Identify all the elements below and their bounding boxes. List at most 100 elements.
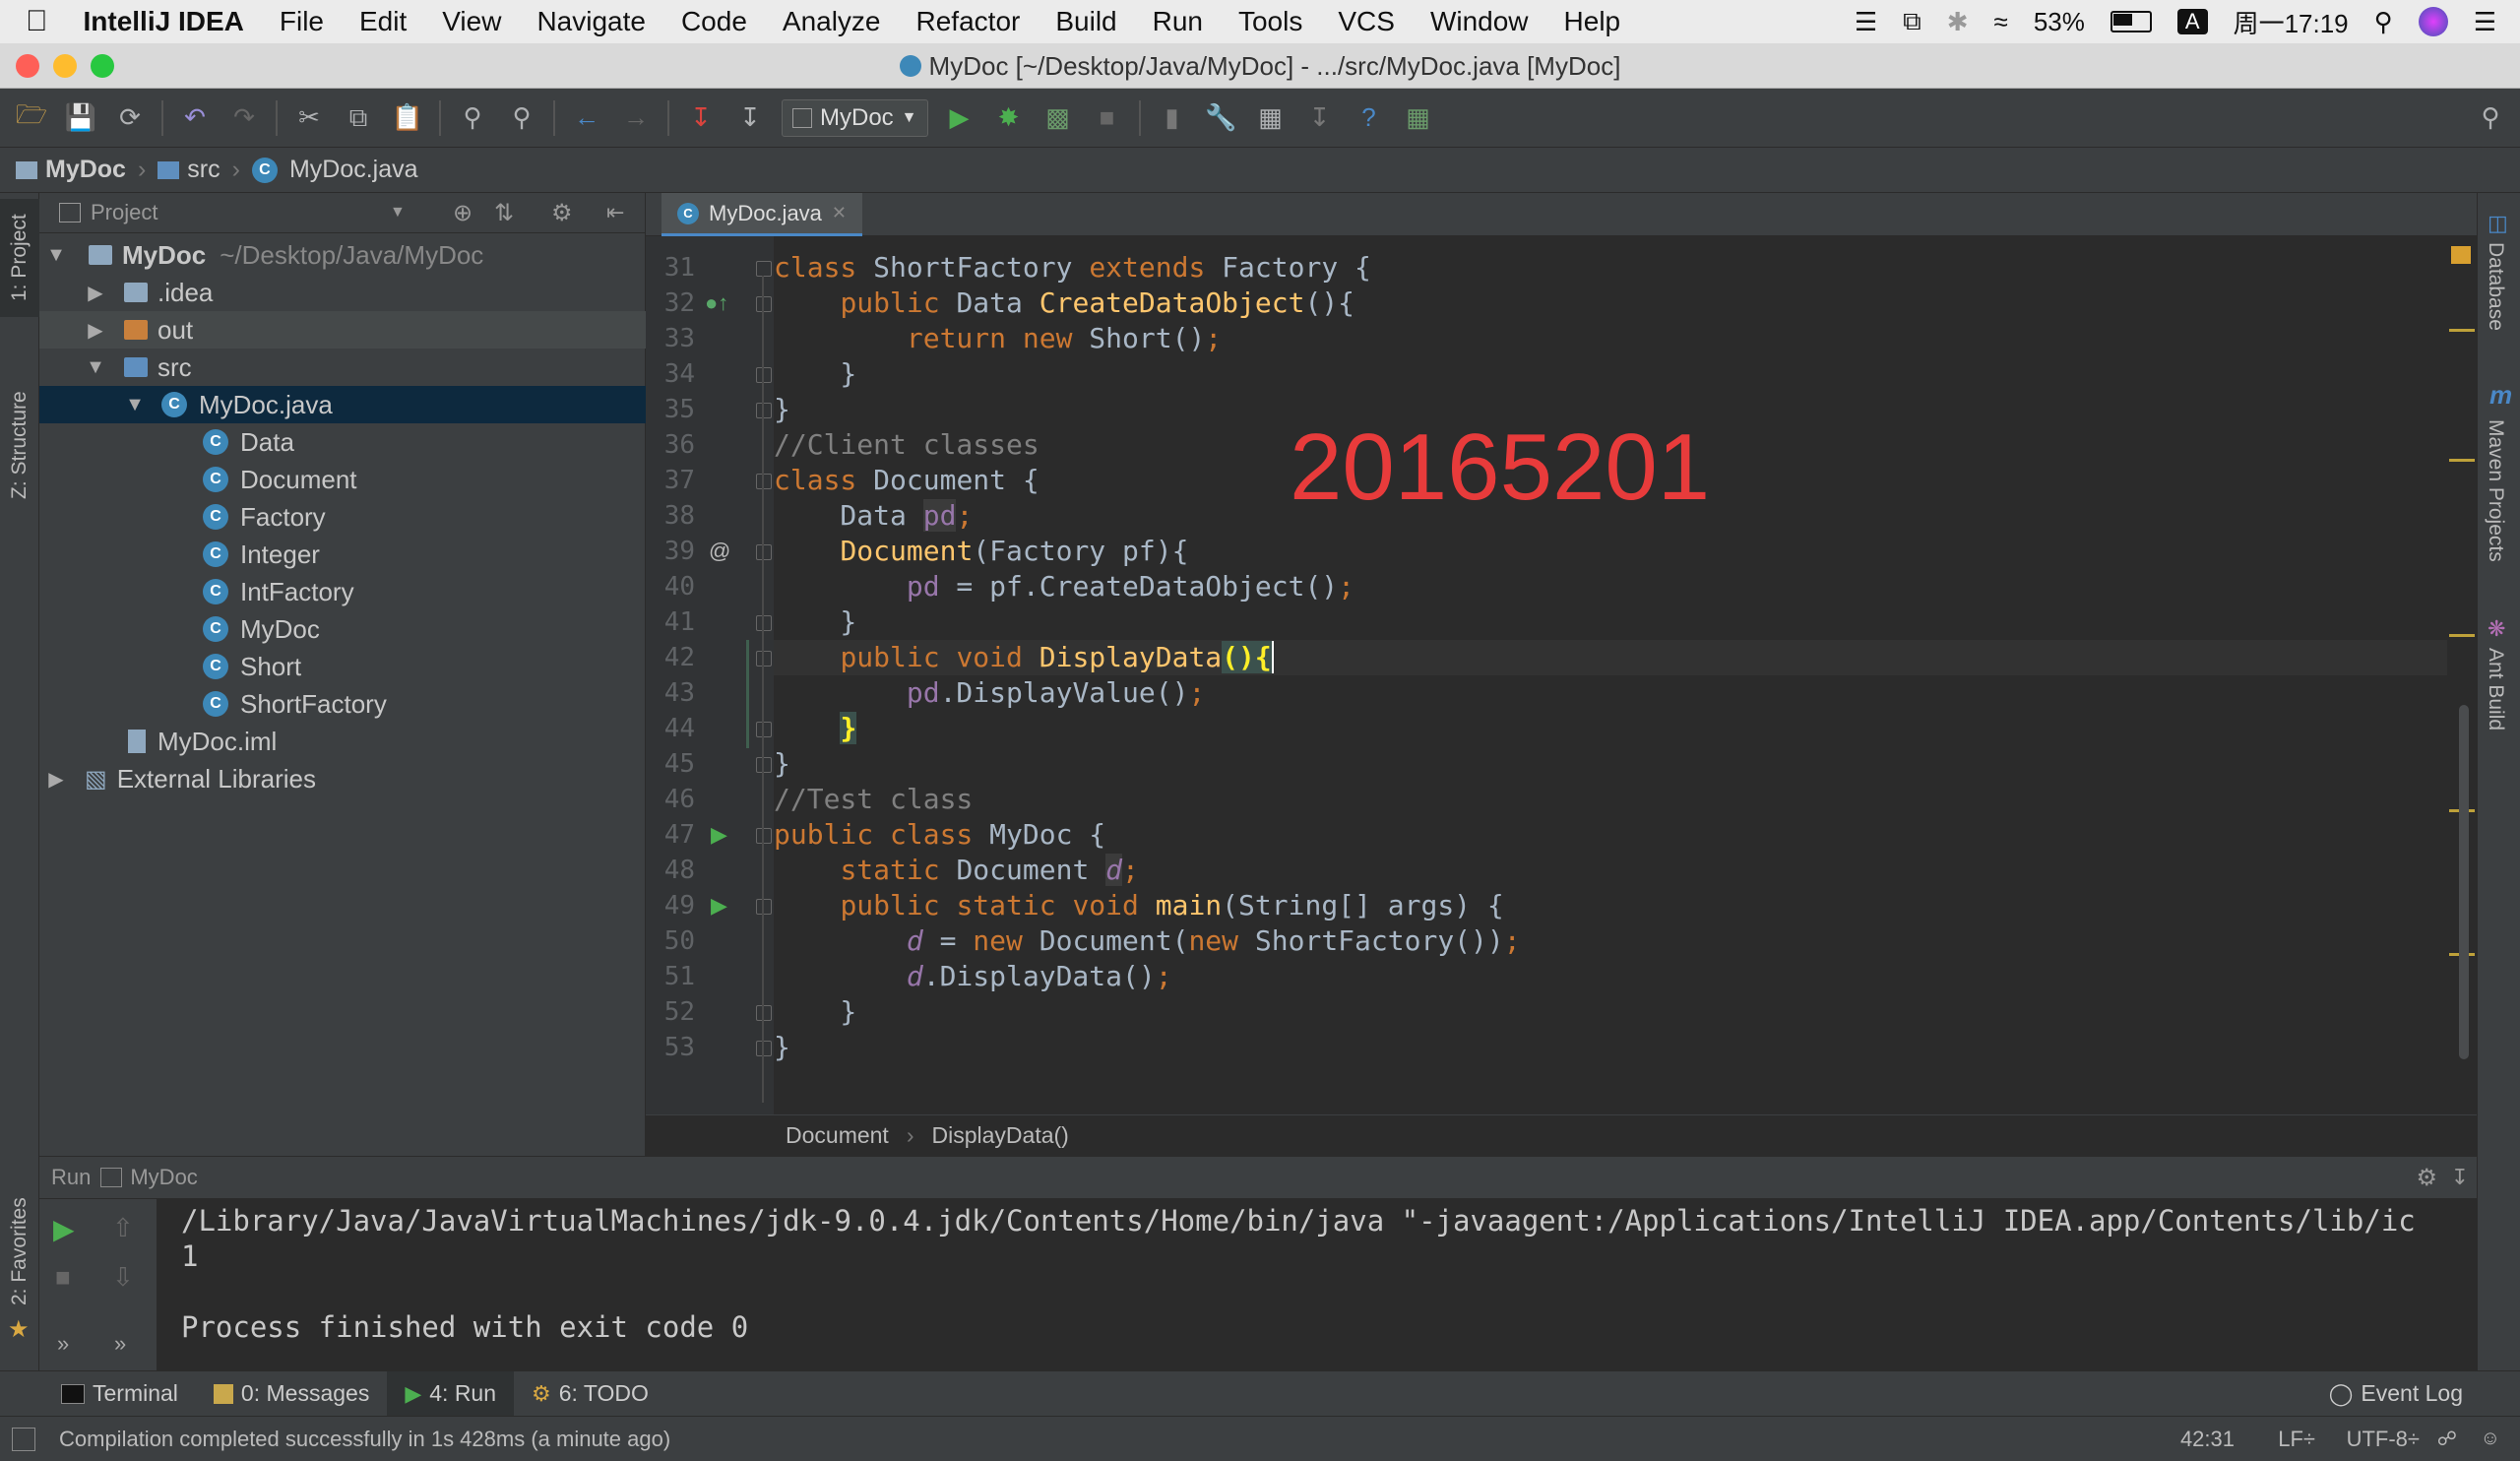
menu-run[interactable]: Run xyxy=(1153,6,1203,37)
error-stripe-mark[interactable] xyxy=(2449,459,2475,462)
menu-view[interactable]: View xyxy=(442,6,501,37)
tree-item-src[interactable]: ▼ src xyxy=(39,349,646,386)
tree-item-class[interactable]: C Factory xyxy=(39,498,646,536)
fold-marker-icon[interactable] xyxy=(756,474,772,489)
analysis-status-icon[interactable] xyxy=(2451,246,2471,264)
stack-icon[interactable]: ☰ xyxy=(1855,7,1877,37)
search-everywhere-icon[interactable]: ⚲ xyxy=(2473,100,2508,136)
rerun-icon[interactable]: ▶ xyxy=(53,1213,75,1245)
clock[interactable]: 周一17:19 xyxy=(2234,4,2349,40)
open-icon[interactable]: 🗁 xyxy=(14,99,49,136)
hide-panel-icon[interactable]: ↧ xyxy=(2451,1165,2469,1190)
run-config-select[interactable]: MyDoc ▼ xyxy=(782,98,928,137)
collapse-arrow-icon[interactable]: ▶ xyxy=(83,281,108,305)
tree-item-class[interactable]: C Data xyxy=(39,423,646,461)
breadcrumb-file[interactable]: MyDoc.java xyxy=(289,156,418,184)
run-gutter-icon[interactable]: ▶ xyxy=(711,888,727,923)
tree-item-out[interactable]: ▶ out xyxy=(39,311,646,349)
lock-icon[interactable]: ☍ xyxy=(2437,1427,2457,1451)
forward-icon[interactable]: → xyxy=(618,100,654,136)
fold-marker-icon[interactable] xyxy=(756,757,772,773)
tree-item-class[interactable]: C Short xyxy=(39,648,646,685)
tree-item-class[interactable]: C Integer xyxy=(39,536,646,573)
stop-icon[interactable]: ■ xyxy=(55,1262,71,1293)
scrollbar-thumb[interactable] xyxy=(2459,705,2469,1059)
fold-marker-icon[interactable] xyxy=(756,1005,772,1021)
input-source-icon[interactable]: A xyxy=(2176,9,2208,34)
tree-root[interactable]: ▼ MyDoc ~/Desktop/Java/MyDoc xyxy=(39,236,646,274)
menu-build[interactable]: Build xyxy=(1055,6,1116,37)
apple-icon[interactable]:  xyxy=(26,5,48,38)
annotation-icon[interactable]: @ xyxy=(709,534,730,569)
hide-panel-icon[interactable]: ⇤ xyxy=(606,200,624,225)
encoding-select[interactable]: UTF-8÷ xyxy=(2347,1427,2420,1452)
error-stripe-mark[interactable] xyxy=(2449,329,2475,332)
expand-arrow-icon[interactable]: ▼ xyxy=(83,356,108,379)
menu-app-name[interactable]: IntelliJ IDEA xyxy=(84,6,244,37)
cut-icon[interactable]: ✂ xyxy=(291,100,327,136)
project-view-select[interactable]: Project xyxy=(91,200,158,225)
tree-item-class[interactable]: C IntFactory xyxy=(39,573,646,610)
fold-marker-icon[interactable] xyxy=(756,615,772,631)
fold-marker-icon[interactable] xyxy=(756,544,772,560)
run-gutter-icon[interactable]: ▶ xyxy=(711,817,727,853)
locate-icon[interactable]: ⊕ xyxy=(453,199,472,227)
undo-icon[interactable]: ↶ xyxy=(177,100,213,136)
replace-icon[interactable]: ⚲ xyxy=(504,100,539,136)
siri-icon[interactable] xyxy=(2418,7,2448,36)
crumb-class[interactable]: Document xyxy=(786,1122,889,1149)
tab-event-log[interactable]: ◯ Event Log xyxy=(2311,1371,2481,1417)
window-icon[interactable]: ⧉ xyxy=(1903,6,1922,37)
fold-marker-icon[interactable] xyxy=(756,1041,772,1056)
tool-tab-structure[interactable]: Z: Structure xyxy=(0,366,39,524)
run-config-name[interactable]: MyDoc xyxy=(130,1165,197,1190)
tool-tab-maven[interactable]: Maven Projects xyxy=(2484,419,2507,562)
menu-help[interactable]: Help xyxy=(1564,6,1621,37)
run-console-output[interactable]: /Library/Java/JavaVirtualMachines/jdk-9.… xyxy=(158,1199,2477,1370)
breadcrumb-src[interactable]: src xyxy=(187,156,220,184)
settings-wrench-icon[interactable]: 🔧 xyxy=(1204,100,1239,136)
editor-scrollbar[interactable] xyxy=(2447,236,2477,1114)
collapse-all-icon[interactable]: ⇅ xyxy=(494,199,514,227)
build-icon[interactable]: ↧ xyxy=(732,100,768,136)
redo-icon[interactable]: ↷ xyxy=(226,100,262,136)
fold-marker-icon[interactable] xyxy=(756,828,772,844)
back-icon[interactable]: ← xyxy=(569,100,604,136)
gear-icon[interactable]: ⚙ xyxy=(551,199,573,227)
fold-marker-icon[interactable] xyxy=(756,261,772,277)
more-icon[interactable]: » xyxy=(57,1331,69,1357)
fold-marker-icon[interactable] xyxy=(756,722,772,737)
paste-icon[interactable]: 📋 xyxy=(390,100,425,136)
tree-item-idea[interactable]: ▶ .idea xyxy=(39,274,646,311)
status-message[interactable]: Compilation completed successfully in 1s… xyxy=(59,1427,670,1452)
tree-item-class[interactable]: C MyDoc xyxy=(39,610,646,648)
download-icon[interactable]: ↧ xyxy=(1302,100,1338,136)
sync-icon[interactable]: ⟳ xyxy=(112,100,148,136)
run-icon[interactable]: ▶ xyxy=(942,100,977,136)
fold-marker-icon[interactable] xyxy=(756,403,772,418)
overrides-method-icon[interactable]: ●↑ xyxy=(705,286,728,321)
stop-icon[interactable]: ■ xyxy=(1090,100,1125,136)
tab-terminal[interactable]: Terminal xyxy=(43,1371,196,1417)
chevron-down-icon[interactable]: ▼ xyxy=(390,204,406,222)
tool-tab-database[interactable]: Database xyxy=(2484,242,2507,331)
tool-tab-favorites[interactable]: 2: Favorites xyxy=(0,1177,39,1325)
menu-window[interactable]: Window xyxy=(1430,6,1529,37)
menu-vcs[interactable]: VCS xyxy=(1338,6,1395,37)
menu-refactor[interactable]: Refactor xyxy=(916,6,1021,37)
fold-marker-icon[interactable] xyxy=(756,899,772,915)
make-project-icon[interactable]: ↧ xyxy=(683,100,719,136)
coverage-icon[interactable]: ▩ xyxy=(1040,100,1076,136)
tool-tab-ant-build[interactable]: Ant Build xyxy=(2484,648,2507,730)
plugin-icon[interactable]: ▦ xyxy=(1401,100,1436,136)
expand-arrow-icon[interactable]: ▼ xyxy=(122,394,148,416)
crumb-method[interactable]: DisplayData() xyxy=(932,1122,1069,1149)
inspector-icon[interactable]: ☺ xyxy=(2481,1428,2500,1450)
help-icon[interactable]: ? xyxy=(1352,100,1387,136)
tree-item-mydoc-java[interactable]: ▼ C MyDoc.java xyxy=(39,386,646,423)
battery-text[interactable]: 53% xyxy=(2034,7,2085,37)
project-structure-icon[interactable]: ▦ xyxy=(1253,100,1289,136)
tree-item-class[interactable]: C Document xyxy=(39,461,646,498)
expand-arrow-icon[interactable]: ▼ xyxy=(43,244,69,267)
gear-icon[interactable]: ⚙ xyxy=(2416,1164,2437,1192)
